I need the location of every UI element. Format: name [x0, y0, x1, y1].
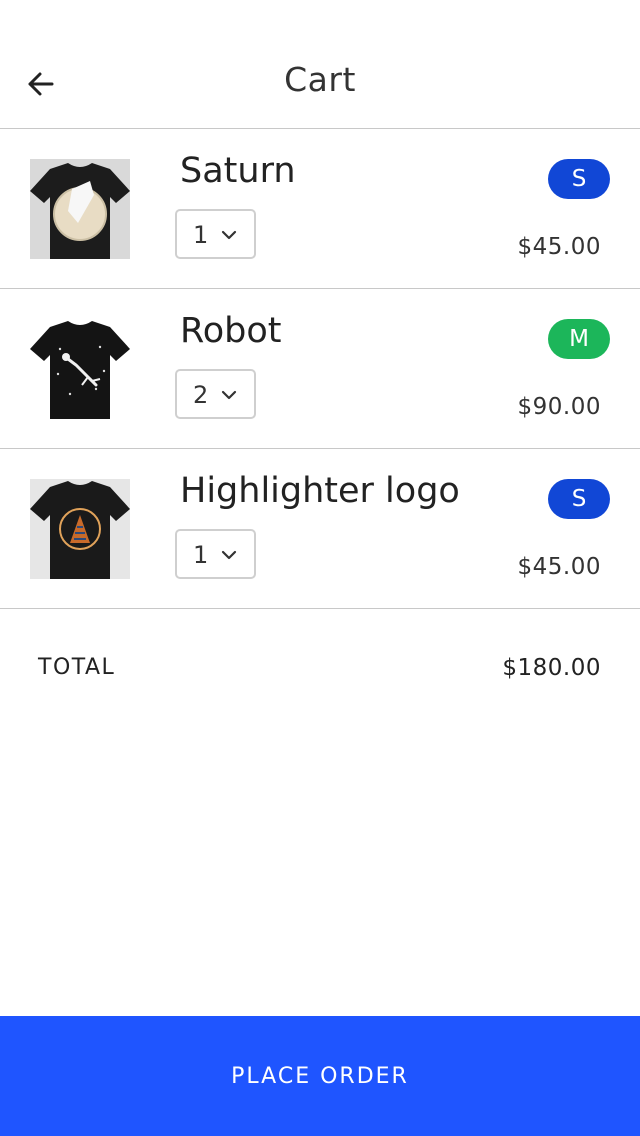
quantity-select[interactable]: 2	[175, 369, 256, 419]
place-order-button[interactable]: PLACE ORDER	[0, 1016, 640, 1136]
cart-item-robot: Robot 2 M $90.00	[0, 289, 640, 449]
item-name: Highlighter logo	[180, 471, 460, 511]
size-badge: M	[548, 319, 610, 359]
item-name: Robot	[180, 311, 282, 351]
chevron-down-icon	[221, 550, 237, 560]
robot-tshirt-image	[30, 319, 130, 419]
cart-item-highlighter-logo: Highlighter logo 1 S $45.00	[0, 449, 640, 609]
cart-screen: Cart Saturn 1 S $45.00 Robot 2 M $90.00 …	[0, 0, 640, 1136]
item-price: $90.00	[517, 394, 601, 420]
cart-item-saturn: Saturn 1 S $45.00	[0, 129, 640, 289]
total-label: TOTAL	[38, 655, 116, 680]
total-value: $180.00	[502, 655, 601, 681]
saturn-tshirt-image	[30, 159, 130, 259]
quantity-select[interactable]: 1	[175, 529, 256, 579]
page-title: Cart	[284, 60, 356, 99]
item-price: $45.00	[517, 234, 601, 260]
quantity-value: 2	[193, 381, 209, 409]
quantity-select[interactable]: 1	[175, 209, 256, 259]
header: Cart	[0, 0, 640, 129]
item-name: Saturn	[180, 151, 296, 191]
item-price: $45.00	[517, 554, 601, 580]
chevron-down-icon	[221, 390, 237, 400]
quantity-value: 1	[193, 221, 209, 249]
chevron-down-icon	[221, 230, 237, 240]
highlighter-logo-tshirt-image	[30, 479, 130, 579]
size-badge: S	[548, 479, 610, 519]
size-badge: S	[548, 159, 610, 199]
quantity-value: 1	[193, 541, 209, 569]
